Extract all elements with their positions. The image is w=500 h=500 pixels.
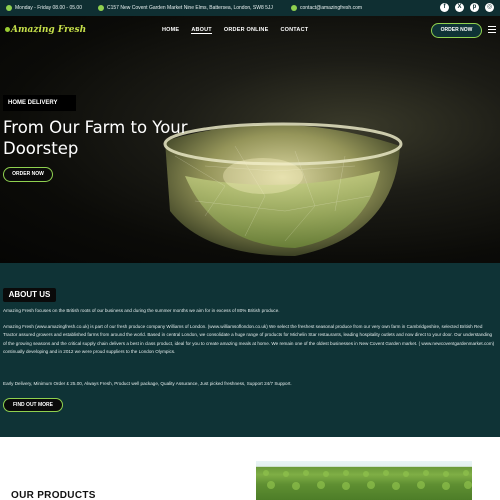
x-icon[interactable]: X — [455, 3, 464, 12]
nav-item-contact[interactable]: CONTACT — [280, 27, 308, 34]
find-out-more-button[interactable]: FIND OUT MORE — [3, 398, 63, 412]
nav-menu: HOME ABOUT ORDER ONLINE CONTACT — [162, 27, 308, 34]
site-logo[interactable]: Amazing Fresh — [5, 25, 86, 35]
envelope-icon — [291, 5, 297, 11]
hamburger-menu-icon[interactable] — [488, 26, 496, 35]
main-navigation: Amazing Fresh HOME ABOUT ORDER ONLINE CO… — [0, 16, 500, 48]
header-order-now-button[interactable]: ORDER NOW — [431, 23, 482, 38]
about-paragraph-2: Amazing Fresh (www.amazingfresh.co.uk) i… — [3, 324, 495, 355]
about-paragraph-1: Amazing Fresh focuses on the British roo… — [3, 308, 280, 313]
about-heading: ABOUT US — [3, 288, 56, 302]
top-info-bar: Monday - Friday 08.00 - 05.00 C157 New C… — [0, 0, 500, 16]
location-pin-icon — [98, 5, 104, 11]
address-text: C157 New Covent Garden Market Nine Elms,… — [107, 5, 273, 11]
social-links: f X p ◎ — [440, 3, 494, 12]
nav-item-about[interactable]: ABOUT — [191, 27, 212, 34]
hero-section: Amazing Fresh HOME ABOUT ORDER ONLINE CO… — [0, 16, 500, 263]
hours-info: Monday - Friday 08.00 - 05.00 — [6, 5, 82, 11]
home-delivery-badge: HOME DELIVERY — [3, 95, 76, 111]
address-info: C157 New Covent Garden Market Nine Elms,… — [98, 5, 273, 11]
email-link[interactable]: contact@amazingfresh.com — [300, 5, 362, 11]
clock-icon — [6, 5, 12, 11]
logo-text: Amazing Fresh — [11, 25, 87, 35]
farm-field-image — [256, 461, 472, 500]
facebook-icon[interactable]: f — [440, 3, 449, 12]
nav-item-home[interactable]: HOME — [162, 27, 179, 34]
nav-item-order-online[interactable]: ORDER ONLINE — [224, 27, 269, 34]
email-info[interactable]: contact@amazingfresh.com — [291, 5, 362, 11]
hero-title: From Our Farm to Your Doorstep — [3, 118, 188, 158]
logo-mark-icon — [5, 27, 10, 32]
crop-rows-graphic — [263, 470, 472, 490]
hero-order-now-button[interactable]: ORDER NOW — [3, 167, 53, 182]
products-heading: OUR PRODUCTS — [11, 490, 96, 500]
about-paragraph-3: Early Delivery, Minimum Order £ 25.00, A… — [3, 381, 292, 386]
instagram-icon[interactable]: ◎ — [485, 3, 494, 12]
products-section: OUR PRODUCTS — [0, 437, 500, 500]
pinterest-icon[interactable]: p — [470, 3, 479, 12]
hours-text: Monday - Friday 08.00 - 05.00 — [15, 5, 82, 11]
about-section: ABOUT US Amazing Fresh focuses on the Br… — [0, 263, 500, 437]
